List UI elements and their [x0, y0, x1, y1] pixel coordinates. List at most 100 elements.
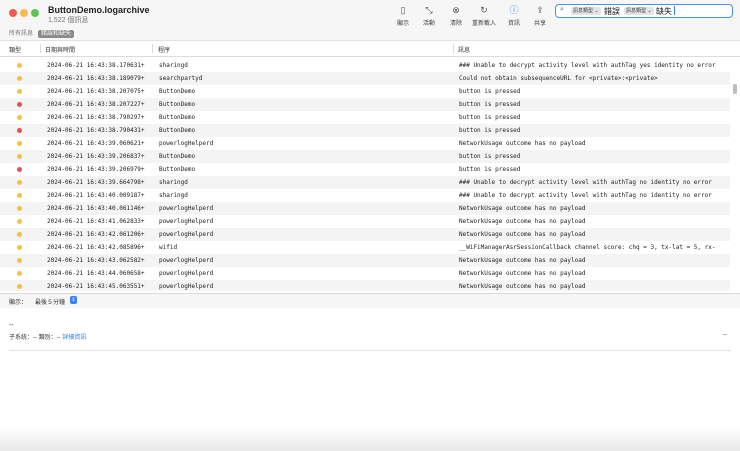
show-label: 顯示：	[9, 300, 28, 306]
cell-process: powerlogHelperd	[159, 140, 214, 147]
table-row[interactable]: 2024-06-21 16:43:38.207227+ ButtonDemo but…	[0, 98, 730, 111]
table-row[interactable]: 2024-06-21 16:43:44.060658+ powerlogHelpe…	[0, 267, 730, 280]
time-range-stepper[interactable]: ⇕	[70, 296, 77, 304]
table-scrollbar[interactable]	[733, 84, 737, 94]
cell-process: ButtonDemo	[159, 114, 196, 121]
error-level-icon	[17, 271, 22, 276]
cell-message: button is pressed	[459, 153, 521, 160]
error-level-icon	[17, 219, 22, 224]
cell-datetime: 2024-06-21 16:43:39.206837+	[47, 153, 145, 160]
cell-message: NetworkUsage outcome has no payload	[459, 257, 586, 264]
table-row[interactable]: 2024-06-21 16:43:39.664798+ sharingd ### U…	[0, 176, 730, 189]
table-row[interactable]: 2024-06-21 16:43:38.189079+ searchpartyd C…	[0, 72, 730, 85]
column-divider[interactable]	[40, 44, 41, 53]
detail-info-link[interactable]: 詳細資訊	[62, 335, 86, 341]
column-divider[interactable]	[152, 44, 153, 53]
cell-process: powerlogHelperd	[159, 257, 214, 264]
error-level-icon	[17, 284, 22, 289]
cell-message: NetworkUsage outcome has no payload	[459, 270, 586, 277]
table-row[interactable]: 2024-06-21 16:43:40.061146+ powerlogHelpe…	[0, 202, 730, 215]
table-header: 類型 日期與時間 程序 訊息	[0, 41, 740, 57]
cell-message: button is pressed	[459, 114, 521, 121]
scope-all-messages[interactable]: 所有訊息	[6, 30, 36, 38]
title-bar: ButtonDemo.logarchive 1,522 個訊息 ▯ 顯示 ⤡ 活…	[0, 0, 740, 28]
cell-datetime: 2024-06-21 16:43:38.170631+	[47, 62, 145, 69]
error-level-icon	[17, 206, 22, 211]
cell-message: ### Unable to decrypt activity level wit…	[459, 192, 712, 199]
cell-datetime: 2024-06-21 16:43:38.790431+	[47, 127, 145, 134]
error-level-icon	[17, 76, 22, 81]
table-row[interactable]: 2024-06-21 16:43:40.009187+ sharingd ### U…	[0, 189, 730, 202]
cell-datetime: 2024-06-21 16:43:42.061206+	[47, 231, 145, 238]
cell-message: button is pressed	[459, 88, 521, 95]
column-divider[interactable]	[453, 44, 454, 53]
cell-message: button is pressed	[459, 166, 521, 173]
text-cursor	[674, 6, 675, 15]
cell-datetime: 2024-06-21 16:43:43.062582+	[47, 257, 145, 264]
table-row[interactable]: 2024-06-21 16:43:38.790431+ ButtonDemo but…	[0, 124, 730, 137]
column-message[interactable]: 訊息	[458, 45, 470, 54]
cell-message: NetworkUsage outcome has no payload	[459, 218, 586, 225]
table-row[interactable]: 2024-06-21 16:43:41.062833+ powerlogHelpe…	[0, 215, 730, 228]
cell-process: powerlogHelperd	[159, 205, 214, 212]
cell-datetime: 2024-06-21 16:43:39.664798+	[47, 179, 145, 186]
table-row[interactable]: 2024-06-21 16:43:39.060621+ powerlogHelpe…	[0, 137, 730, 150]
cell-message: ### Unable to decrypt activity level wit…	[459, 179, 712, 186]
error-level-icon	[17, 245, 22, 250]
table-row[interactable]: 2024-06-21 16:43:45.063551+ powerlogHelpe…	[0, 280, 730, 291]
log-window: ButtonDemo.logarchive 1,522 個訊息 ▯ 顯示 ⤡ 活…	[0, 0, 740, 451]
cell-process: powerlogHelperd	[159, 283, 214, 290]
cell-process: sharingd	[159, 192, 188, 199]
cell-process: ButtonDemo	[159, 88, 196, 95]
error-level-icon	[17, 154, 22, 159]
cell-process: sharingd	[159, 62, 188, 69]
search-field[interactable]: ⌕ 訊息類型 ⌄ 錯誤 訊息類型 ⌄ 缺失	[555, 4, 733, 18]
detail-divider	[9, 350, 731, 351]
message-count: 1,522 個訊息	[48, 17, 89, 24]
share-button[interactable]: ⇪ 共享	[522, 4, 558, 27]
cell-datetime: 2024-06-21 16:43:38.790297+	[47, 114, 145, 121]
search-value-error: 錯誤	[604, 7, 620, 16]
cell-message: NetworkUsage outcome has no payload	[459, 231, 586, 238]
detail-subsystem: 子系統：-- 類別：-- 詳細資訊	[9, 335, 87, 341]
column-type[interactable]: 類型	[9, 45, 21, 54]
table-row[interactable]: 2024-06-21 16:43:42.085896+ wifid __WiFiMa…	[0, 241, 730, 254]
cell-process: ButtonDemo	[159, 101, 196, 108]
cell-message: button is pressed	[459, 127, 521, 134]
cell-process: searchpartyd	[159, 75, 203, 82]
fault-level-icon	[17, 102, 22, 107]
cell-datetime: 2024-06-21 16:43:42.085896+	[47, 244, 145, 251]
error-level-icon	[17, 193, 22, 198]
scope-bar: 所有訊息 錯誤和缺失	[0, 28, 740, 41]
cell-message: NetworkUsage outcome has no payload	[459, 140, 586, 147]
table-row[interactable]: 2024-06-21 16:43:43.062582+ powerlogHelpe…	[0, 254, 730, 267]
column-process[interactable]: 程序	[158, 45, 170, 54]
table-row[interactable]: 2024-06-21 16:43:42.061206+ powerlogHelpe…	[0, 228, 730, 241]
cell-process: ButtonDemo	[159, 127, 196, 134]
minimize-window-button[interactable]	[20, 9, 28, 17]
error-level-icon	[17, 63, 22, 68]
cell-datetime: 2024-06-21 16:43:38.189079+	[47, 75, 145, 82]
close-window-button[interactable]	[9, 9, 17, 17]
scope-errors-faults[interactable]: 錯誤和缺失	[38, 30, 75, 38]
cell-message: ### Unable to decrypt activity level wit…	[459, 62, 716, 69]
detail-right-value: --	[723, 332, 727, 338]
zoom-window-button[interactable]	[31, 9, 39, 17]
table-row[interactable]: 2024-06-21 16:43:38.790297+ ButtonDemo but…	[0, 111, 730, 124]
error-level-icon	[17, 141, 22, 146]
time-range-value[interactable]: 最後５分鐘	[35, 297, 65, 306]
cell-datetime: 2024-06-21 16:43:38.207227+	[47, 101, 145, 108]
error-level-icon	[17, 232, 22, 237]
share-icon: ⇪	[536, 5, 544, 15]
column-datetime[interactable]: 日期與時間	[45, 45, 75, 54]
message-type-token[interactable]: 訊息類型 ⌄	[571, 7, 601, 15]
cell-message: NetworkUsage outcome has no payload	[459, 205, 586, 212]
table-row[interactable]: 2024-06-21 16:43:38.170631+ sharingd ### U…	[0, 59, 730, 72]
table-row[interactable]: 2024-06-21 16:43:39.206979+ ButtonDemo but…	[0, 163, 730, 176]
error-level-icon	[17, 89, 22, 94]
message-type-token[interactable]: 訊息類型 ⌄	[624, 7, 654, 15]
table-row[interactable]: 2024-06-21 16:43:39.206837+ ButtonDemo but…	[0, 150, 730, 163]
cell-message: Could not obtain subsequenceURL for <pri…	[459, 75, 658, 82]
table-row[interactable]: 2024-06-21 16:43:38.207075+ ButtonDemo but…	[0, 85, 730, 98]
cell-datetime: 2024-06-21 16:43:44.060658+	[47, 270, 145, 277]
